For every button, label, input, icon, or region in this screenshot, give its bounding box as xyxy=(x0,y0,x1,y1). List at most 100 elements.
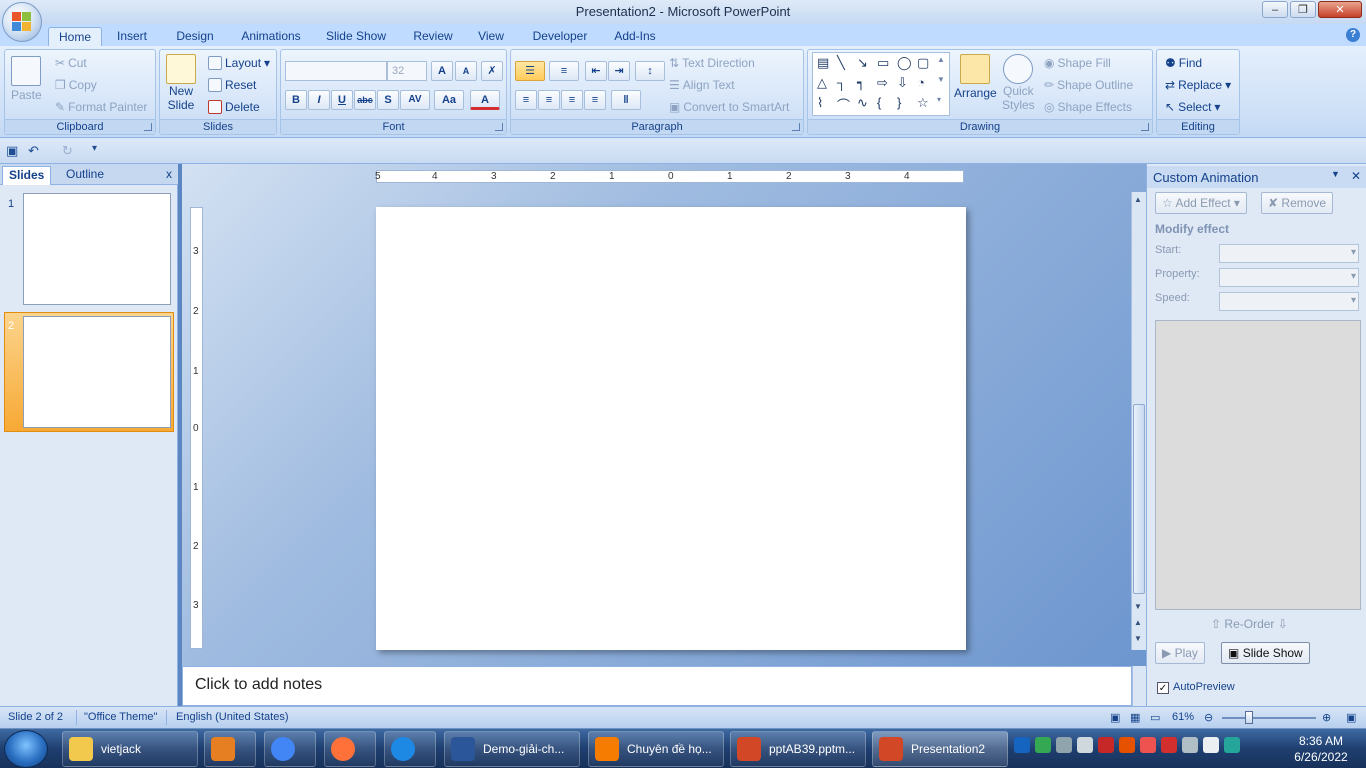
vietkey-icon[interactable] xyxy=(1161,737,1177,753)
star-shape-icon[interactable]: ☆ xyxy=(917,95,929,111)
arc-shape-icon[interactable]: ⌒ xyxy=(837,95,850,114)
right-brace-shape-icon[interactable]: } xyxy=(897,95,901,110)
find-button[interactable]: ⚉ Find xyxy=(1165,56,1202,70)
unikey-icon[interactable] xyxy=(1119,737,1135,753)
rectangle-shape-icon[interactable]: ▭ xyxy=(877,55,889,71)
tab-home[interactable]: Home xyxy=(48,27,102,47)
italic-button[interactable]: I xyxy=(308,90,330,110)
arrow-line-shape-icon[interactable]: ↘ xyxy=(857,55,868,71)
minimize-button[interactable]: – xyxy=(1262,1,1288,18)
select-button[interactable]: ↖ Select ▾ xyxy=(1165,100,1220,114)
tab-slides[interactable]: Slides xyxy=(2,166,52,185)
new-slide-button[interactable]: New Slide xyxy=(166,54,196,112)
freeform-shape-icon[interactable]: ⌇ xyxy=(817,95,823,111)
property-select[interactable] xyxy=(1219,268,1359,287)
previous-slide-icon[interactable]: ▲ xyxy=(1134,618,1142,627)
reset-button[interactable]: Reset xyxy=(208,78,256,92)
antivirus-icon[interactable] xyxy=(1098,737,1114,753)
fit-to-window-icon[interactable]: ▣ xyxy=(1346,711,1356,724)
bold-button[interactable]: B xyxy=(285,90,307,110)
oval-shape-icon[interactable]: ◯ xyxy=(897,55,912,71)
taskbar-word-document[interactable]: Demo-giải-ch... xyxy=(444,731,580,767)
drawing-launcher-icon[interactable] xyxy=(1141,123,1149,131)
scroll-down-icon[interactable]: ▼ xyxy=(1134,602,1142,611)
language-status[interactable]: English (United States) xyxy=(176,711,289,723)
sync-icon[interactable] xyxy=(1224,737,1240,753)
decrease-indent-button[interactable]: ⇤ xyxy=(585,61,607,81)
animation-pane-close-icon[interactable]: ✕ xyxy=(1351,169,1361,183)
start-select[interactable] xyxy=(1219,244,1359,263)
network-icon[interactable] xyxy=(1077,737,1093,753)
speed-select[interactable] xyxy=(1219,292,1359,311)
redo-icon[interactable]: ↻ xyxy=(62,143,73,159)
zoom-out-icon[interactable]: ⊖ xyxy=(1204,711,1213,724)
gallery-up-icon[interactable]: ▲ xyxy=(937,55,945,64)
office-button[interactable] xyxy=(2,2,42,42)
line-spacing-button[interactable]: ↕ xyxy=(635,61,665,81)
move-down-icon[interactable]: ⇩ xyxy=(1278,617,1288,631)
add-effect-button[interactable]: ☆ Add Effect ▾ xyxy=(1155,192,1247,214)
text-direction-button[interactable]: ⇅ Text Direction xyxy=(669,56,755,70)
zoom-in-icon[interactable]: ⊕ xyxy=(1322,711,1331,724)
zoom-slider-knob[interactable] xyxy=(1245,711,1253,724)
arrange-button[interactable]: Arrange xyxy=(954,54,997,100)
paragraph-launcher-icon[interactable] xyxy=(792,123,800,131)
notes-pane[interactable]: Click to add notes xyxy=(182,666,1132,706)
elbow-connector-shape-icon[interactable]: ┐ xyxy=(837,75,846,90)
shadow-button[interactable]: S xyxy=(377,90,399,110)
normal-view-icon[interactable]: ▣ xyxy=(1110,711,1120,724)
taskbar-chrome[interactable] xyxy=(264,731,316,767)
tab-design[interactable]: Design xyxy=(168,27,222,47)
font-name-input[interactable] xyxy=(285,61,387,81)
clear-format-button[interactable]: ✗ xyxy=(481,61,503,81)
char-spacing-button[interactable]: AV xyxy=(400,90,430,110)
autopreview-checkbox[interactable]: ✓ xyxy=(1157,682,1169,694)
shape-fill-button[interactable]: ◉ Shape Fill xyxy=(1044,56,1111,70)
justify-button[interactable]: ≡ xyxy=(584,90,606,110)
pane-options-icon[interactable]: ▼ xyxy=(1331,169,1340,179)
curve-shape-icon[interactable]: ∿ xyxy=(857,95,868,111)
strikethrough-button[interactable]: abc xyxy=(354,90,376,110)
tab-insert[interactable]: Insert xyxy=(108,27,156,47)
save-icon[interactable]: ▣ xyxy=(6,143,18,159)
taskbar-explorer[interactable]: vietjack xyxy=(62,731,198,767)
rounded-rect-shape-icon[interactable]: ▢ xyxy=(917,55,929,71)
scroll-up-icon[interactable]: ▲ xyxy=(1134,195,1142,204)
help-icon[interactable]: ? xyxy=(1346,28,1360,42)
textbox-shape-icon[interactable]: ▤ xyxy=(817,55,829,71)
taskbar-media-player[interactable] xyxy=(204,731,256,767)
taskbar-ie[interactable] xyxy=(384,731,436,767)
tab-slide-show[interactable]: Slide Show xyxy=(320,27,392,47)
shrink-font-button[interactable]: A xyxy=(455,61,477,81)
start-button[interactable] xyxy=(4,730,48,768)
update-icon[interactable] xyxy=(1140,737,1156,753)
usb-icon[interactable] xyxy=(1182,737,1198,753)
zalo-icon[interactable] xyxy=(1014,737,1030,753)
align-right-button[interactable]: ≡ xyxy=(561,90,583,110)
underline-button[interactable]: U xyxy=(331,90,353,110)
volume-icon[interactable] xyxy=(1056,737,1072,753)
bullets-button[interactable]: ☰ xyxy=(515,61,545,81)
delete-button[interactable]: Delete xyxy=(208,100,260,114)
align-center-button[interactable]: ≡ xyxy=(538,90,560,110)
numbering-button[interactable]: ≡ xyxy=(549,61,579,81)
taskbar-presentation2[interactable]: Presentation2 xyxy=(872,731,1008,767)
tab-review[interactable]: Review xyxy=(404,27,462,47)
triangle-shape-icon[interactable]: △ xyxy=(817,75,827,91)
theme-name[interactable]: "Office Theme" xyxy=(84,711,157,723)
taskbar-ppt-macro[interactable]: pptAB39.pptm... xyxy=(730,731,866,767)
align-text-button[interactable]: ☰ Align Text xyxy=(669,78,735,92)
shape-effects-button[interactable]: ◎ Shape Effects xyxy=(1044,100,1132,114)
maximize-button[interactable]: ❐ xyxy=(1290,1,1316,18)
replace-button[interactable]: ⇄ Replace ▾ xyxy=(1165,78,1231,92)
paste-button[interactable]: Paste xyxy=(11,56,42,102)
slide-thumbnail-1[interactable] xyxy=(23,193,171,305)
tab-add-ins[interactable]: Add-Ins xyxy=(606,27,664,47)
font-size-input[interactable]: 32 xyxy=(387,61,427,81)
increase-indent-button[interactable]: ⇥ xyxy=(608,61,630,81)
slide-canvas[interactable] xyxy=(376,207,966,650)
zoom-level[interactable]: 61% xyxy=(1172,711,1194,723)
undo-icon[interactable]: ↶ xyxy=(28,143,39,159)
grow-font-button[interactable]: A xyxy=(431,61,453,81)
tab-view[interactable]: View xyxy=(470,27,512,47)
